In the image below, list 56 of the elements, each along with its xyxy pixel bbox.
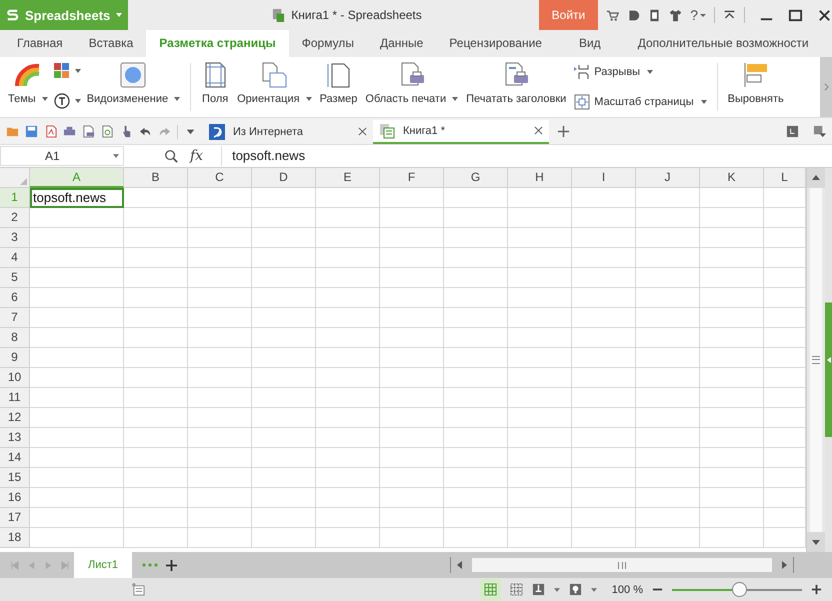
orientation-button[interactable]: Ориентация xyxy=(233,57,316,117)
row-header[interactable]: 5 xyxy=(0,268,30,288)
document-tab[interactable]: Из Интернета xyxy=(203,120,373,144)
window-title: Книга1 * - Spreadsheets xyxy=(291,8,422,22)
margins-button[interactable]: Поля xyxy=(197,57,234,117)
column-header[interactable]: D xyxy=(252,168,316,188)
document-tab[interactable]: Книга1 * xyxy=(373,120,549,144)
row-header[interactable]: 12 xyxy=(0,408,30,428)
row-header[interactable]: 9 xyxy=(0,348,30,368)
print-area-button[interactable]: Область печати xyxy=(361,57,462,117)
print-titles-button[interactable]: Печатать заголовки xyxy=(462,57,570,117)
column-header[interactable]: I xyxy=(572,168,636,188)
row-header[interactable]: 6 xyxy=(0,288,30,308)
size-button[interactable]: Размер xyxy=(316,57,362,117)
row-header[interactable]: 13 xyxy=(0,428,30,448)
column-header[interactable]: F xyxy=(380,168,444,188)
column-header[interactable]: G xyxy=(444,168,508,188)
row-header[interactable]: 2 xyxy=(0,208,30,228)
function-button[interactable]: fx xyxy=(190,148,204,164)
name-box[interactable]: A1 xyxy=(0,146,124,166)
ribbon-tab[interactable]: Главная xyxy=(4,30,76,57)
row-header[interactable]: 15 xyxy=(0,468,30,488)
row-header[interactable]: 10 xyxy=(0,368,30,388)
ribbon-tab[interactable]: Дополнительные возможности xyxy=(624,30,822,57)
column-header[interactable]: C xyxy=(188,168,252,188)
column-header[interactable]: L xyxy=(764,168,806,188)
row-header[interactable]: 14 xyxy=(0,448,30,468)
row-header[interactable]: 17 xyxy=(0,508,30,528)
row-header[interactable]: 3 xyxy=(0,228,30,248)
ribbon-tab[interactable]: Вставка xyxy=(76,30,146,57)
spreadsheet-cell[interactable]: topsoft.news xyxy=(30,188,124,208)
ribbon-tab[interactable]: Разметка страницы xyxy=(146,30,289,57)
ribbon-tab[interactable]: Данные xyxy=(366,30,436,57)
row-header[interactable]: 16 xyxy=(0,488,30,508)
formula-input[interactable]: topsoft.news xyxy=(221,146,832,166)
column-header[interactable]: B xyxy=(124,168,188,188)
row-header[interactable]: 18 xyxy=(0,528,30,548)
column-header[interactable]: J xyxy=(636,168,700,188)
column-header[interactable]: E xyxy=(316,168,380,188)
help-button[interactable]: ? xyxy=(690,7,706,23)
breaks-button[interactable]: Разрывы xyxy=(574,64,707,80)
column-header[interactable]: H xyxy=(508,168,572,188)
ribbon-tab[interactable]: Формулы xyxy=(288,30,367,57)
ribbon-tab[interactable]: Рецензирование xyxy=(436,30,555,57)
row-header[interactable]: 4 xyxy=(0,248,30,268)
row-header[interactable]: 7 xyxy=(0,308,30,328)
page-scale-button[interactable]: Масштаб страницы xyxy=(574,94,707,110)
effects-button[interactable]: Видоизменение xyxy=(82,57,184,117)
themes-button[interactable]: Темы xyxy=(4,57,52,117)
sheet-tab[interactable]: Лист1 xyxy=(74,552,132,578)
ribbon-tab[interactable]: Вид xyxy=(554,30,625,57)
align-button[interactable]: Выровнять xyxy=(724,57,788,117)
row-header[interactable]: 8 xyxy=(0,328,30,348)
zoom-level: 100 % xyxy=(612,584,643,596)
row-header[interactable]: 11 xyxy=(0,388,30,408)
column-header[interactable]: K xyxy=(700,168,764,188)
